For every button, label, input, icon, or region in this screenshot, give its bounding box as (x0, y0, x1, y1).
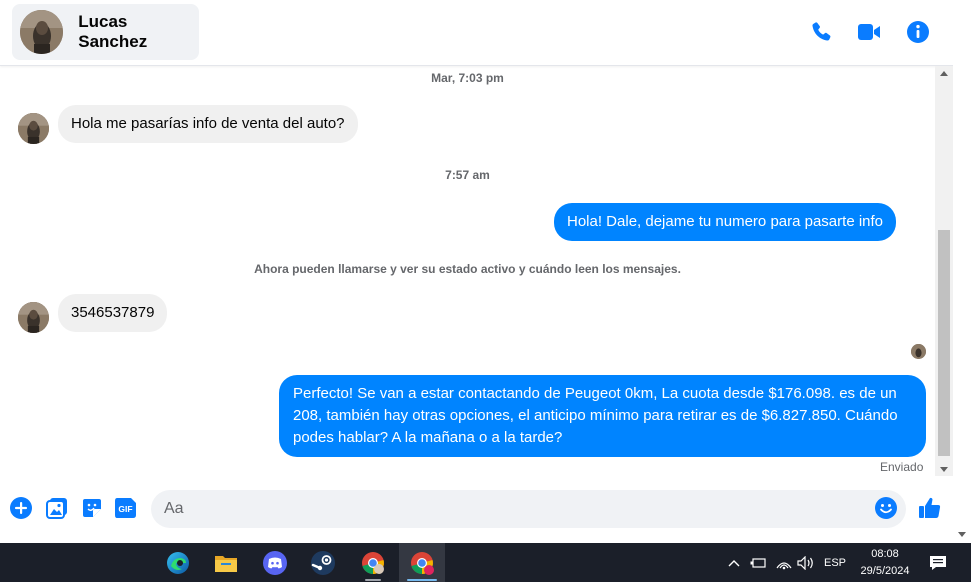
image-icon[interactable] (45, 496, 69, 520)
video-camera-icon[interactable] (856, 19, 882, 45)
discord-icon[interactable] (252, 543, 298, 582)
message-composer: GIF (0, 485, 953, 535)
message-input[interactable] (164, 490, 854, 528)
delivery-status: Enviado (880, 460, 924, 474)
incoming-message[interactable]: Hola me pasarías info de venta del auto? (58, 105, 358, 143)
language-indicator[interactable]: ESP (820, 543, 850, 582)
like-icon[interactable] (918, 496, 942, 520)
windows-taskbar: ESP 08:08 29/5/2024 (0, 543, 971, 582)
timestamp-divider: Mar, 7:03 pm (431, 71, 504, 85)
add-icon[interactable] (9, 496, 33, 520)
clock-time: 08:08 (871, 548, 899, 560)
scrollbar-thumb[interactable] (938, 230, 950, 456)
message-scrollbar[interactable] (935, 66, 953, 476)
message-input-container[interactable] (151, 490, 906, 528)
phone-icon[interactable] (808, 19, 834, 45)
sender-avatar[interactable] (18, 113, 49, 144)
active-indicator (407, 579, 437, 581)
running-indicator (365, 579, 381, 581)
sticker-icon[interactable] (80, 496, 104, 520)
outgoing-message[interactable]: Hola! Dale, dejame tu numero para pasart… (554, 203, 897, 241)
steam-icon[interactable] (300, 543, 346, 582)
timestamp-divider: 7:57 am (445, 168, 490, 182)
chevron-up-icon[interactable] (727, 543, 741, 582)
messenger-window: Lucas Sanchez Mar, 7:03 pm Hola me pasar… (0, 0, 971, 543)
scroll-up-arrow[interactable] (940, 71, 948, 76)
incoming-message[interactable]: 3546537879 (58, 294, 168, 332)
emoji-icon[interactable] (874, 496, 898, 520)
scroll-down-arrow[interactable] (958, 532, 966, 537)
gif-icon[interactable]: GIF (114, 496, 138, 520)
wifi-icon[interactable] (775, 543, 793, 582)
file-explorer-icon[interactable] (203, 543, 249, 582)
notification-icon[interactable] (926, 543, 950, 582)
info-icon[interactable] (905, 19, 931, 45)
clock-date: 29/5/2024 (860, 565, 910, 577)
read-receipt-avatar (911, 344, 926, 359)
chrome-icon[interactable] (350, 543, 396, 582)
system-clock[interactable]: 08:08 29/5/2024 (852, 546, 918, 580)
gif-label: GIF (118, 504, 132, 514)
contact-card[interactable]: Lucas Sanchez (12, 4, 199, 60)
contact-name: Lucas Sanchez (78, 12, 148, 51)
chrome-profile-icon[interactable] (399, 543, 445, 582)
outgoing-message[interactable]: Perfecto! Se van a estar contactando de … (279, 375, 926, 457)
edge-icon[interactable] (155, 543, 201, 582)
battery-icon[interactable] (749, 543, 767, 582)
page-scrollbar[interactable] (953, 0, 971, 543)
language-label: ESP (823, 556, 846, 569)
sender-avatar[interactable] (18, 302, 49, 333)
system-notice: Ahora pueden llamarse y ver su estado ac… (254, 262, 681, 276)
contact-avatar[interactable] (20, 10, 64, 54)
scroll-down-arrow[interactable] (940, 467, 948, 472)
conversation-header: Lucas Sanchez (0, 0, 953, 66)
speaker-icon[interactable] (797, 543, 815, 582)
